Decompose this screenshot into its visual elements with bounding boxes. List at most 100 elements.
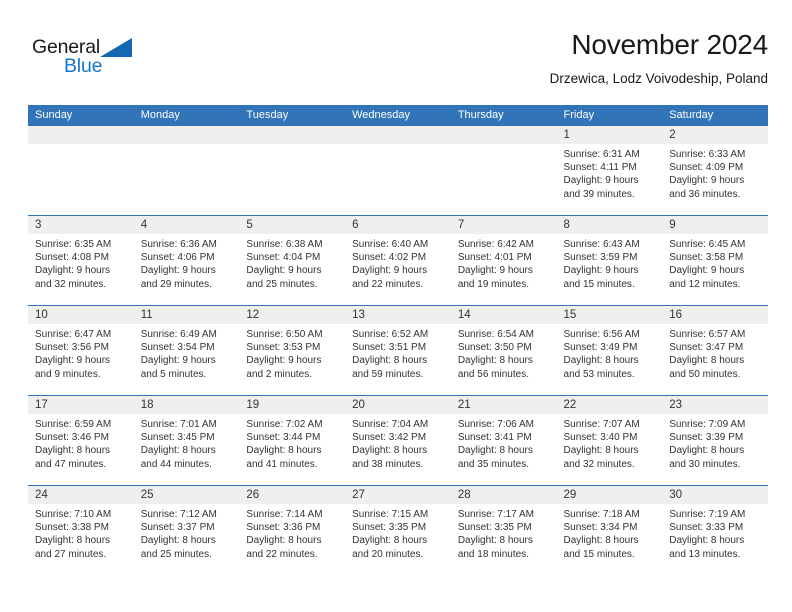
day-number: 3 — [28, 216, 134, 234]
calendar-day-cell-23[interactable]: 23 Sunrise: 7:09 AM Sunset: 3:39 PM Dayligh… — [662, 396, 768, 485]
calendar-day-cell-3[interactable]: 3 Sunrise: 6:35 AM Sunset: 4:08 PM Daylight… — [28, 216, 134, 305]
daylight-text-cont: and 35 minutes. — [457, 458, 529, 470]
daylight-text: Daylight: 8 hours — [457, 535, 533, 547]
calendar-day-cell-14[interactable]: 14 Sunrise: 6:54 AM Sunset: 3:50 PM Dayligh… — [450, 306, 557, 395]
day-number: 17 — [28, 396, 134, 414]
calendar-week-row: 1 Sunrise: 6:31 AM Sunset: 4:11 PM Daylight… — [28, 126, 768, 215]
title-block: November 2024 Drzewica, Lodz Voivodeship… — [549, 28, 769, 89]
daylight-text: Daylight: 8 hours — [457, 355, 533, 367]
sunrise-text: Sunrise: 7:18 AM — [563, 509, 640, 520]
calendar-day-cell-24[interactable]: 24 Sunrise: 7:10 AM Sunset: 3:38 PM Dayligh… — [28, 486, 134, 575]
sunset-text: Sunset: 3:47 PM — [669, 342, 744, 354]
calendar-day-cell-30[interactable]: 30 Sunrise: 7:19 AM Sunset: 3:33 PM Dayligh… — [662, 486, 768, 575]
sunrise-text: Sunrise: 6:43 AM — [563, 239, 640, 250]
day-number — [345, 126, 451, 144]
sunset-text: Sunset: 3:44 PM — [246, 432, 321, 444]
daylight-text: Daylight: 8 hours — [35, 445, 111, 457]
day-sun-info: Sunrise: 6:43 AM Sunset: 3:59 PM Daylight:… — [557, 234, 663, 291]
day-number: 16 — [662, 306, 768, 324]
calendar-day-cell-29[interactable]: 29 Sunrise: 7:18 AM Sunset: 3:34 PM Dayligh… — [556, 486, 663, 575]
calendar-day-cell-11[interactable]: 11 Sunrise: 6:49 AM Sunset: 3:54 PM Dayligh… — [133, 306, 240, 395]
sunset-text: Sunset: 4:09 PM — [669, 162, 744, 174]
calendar-day-cell-6[interactable]: 6 Sunrise: 6:40 AM Sunset: 4:02 PM Daylight… — [345, 216, 451, 305]
sunrise-text: Sunrise: 6:57 AM — [669, 329, 746, 340]
sunrise-text: Sunrise: 6:54 AM — [457, 329, 534, 340]
day-number — [239, 126, 346, 144]
calendar-day-cell-20[interactable]: 20 Sunrise: 7:04 AM Sunset: 3:42 PM Dayligh… — [345, 396, 451, 485]
calendar-day-cell-19[interactable]: 19 Sunrise: 7:02 AM Sunset: 3:44 PM Dayligh… — [239, 396, 346, 485]
day-sun-info: Sunrise: 6:42 AM Sunset: 4:01 PM Daylight:… — [451, 234, 557, 291]
calendar-week-cells: 17 Sunrise: 6:59 AM Sunset: 3:46 PM Dayligh… — [28, 396, 768, 485]
day-number: 11 — [133, 306, 240, 324]
calendar-day-cell-22[interactable]: 22 Sunrise: 7:07 AM Sunset: 3:40 PM Dayligh… — [556, 396, 663, 485]
general-blue-logo[interactable]: General Blue — [32, 36, 172, 88]
weekday-header-friday: Friday — [563, 109, 595, 121]
weekday-header-saturday: Saturday — [669, 109, 714, 121]
calendar-day-cell-27[interactable]: 27 Sunrise: 7:15 AM Sunset: 3:35 PM Dayligh… — [345, 486, 451, 575]
day-sun-info: Sunrise: 6:33 AM Sunset: 4:09 PM Daylight:… — [662, 144, 768, 201]
sunset-text: Sunset: 3:51 PM — [352, 342, 427, 354]
day-sun-info: Sunrise: 6:59 AM Sunset: 3:46 PM Daylight:… — [28, 414, 134, 471]
day-sun-info — [134, 144, 240, 148]
day-number: 19 — [239, 396, 346, 414]
calendar-week-row: 17 Sunrise: 6:59 AM Sunset: 3:46 PM Dayligh… — [28, 395, 768, 485]
daylight-text: Daylight: 8 hours — [563, 445, 639, 457]
calendar-day-cell-5[interactable]: 5 Sunrise: 6:38 AM Sunset: 4:04 PM Daylight… — [239, 216, 346, 305]
calendar-day-cell-13[interactable]: 13 Sunrise: 6:52 AM Sunset: 3:51 PM Dayligh… — [345, 306, 451, 395]
sunrise-text: Sunrise: 6:50 AM — [246, 329, 323, 340]
daylight-text: Daylight: 8 hours — [457, 445, 533, 457]
sunset-text: Sunset: 4:11 PM — [563, 162, 637, 174]
calendar-day-cell-empty — [133, 126, 240, 215]
calendar-weeks: 1 Sunrise: 6:31 AM Sunset: 4:11 PM Daylight… — [28, 126, 768, 575]
daylight-text-cont: and 50 minutes. — [669, 368, 741, 380]
sunrise-text: Sunrise: 6:40 AM — [352, 239, 429, 250]
sunrise-text: Sunrise: 6:49 AM — [140, 329, 217, 340]
day-number: 26 — [239, 486, 346, 504]
weekday-header-thursday: Thursday — [457, 109, 504, 121]
calendar-day-cell-18[interactable]: 18 Sunrise: 7:01 AM Sunset: 3:45 PM Dayligh… — [133, 396, 240, 485]
calendar-day-cell-8[interactable]: 8 Sunrise: 6:43 AM Sunset: 3:59 PM Daylight… — [556, 216, 663, 305]
calendar-day-cell-10[interactable]: 10 Sunrise: 6:47 AM Sunset: 3:56 PM Dayligh… — [28, 306, 134, 395]
day-sun-info: Sunrise: 7:10 AM Sunset: 3:38 PM Daylight:… — [28, 504, 134, 561]
sunset-text: Sunset: 3:34 PM — [563, 522, 638, 534]
sunrise-text: Sunrise: 6:33 AM — [669, 149, 746, 160]
calendar-day-cell-7[interactable]: 7 Sunrise: 6:42 AM Sunset: 4:01 PM Daylight… — [450, 216, 557, 305]
sunrise-text: Sunrise: 6:36 AM — [140, 239, 217, 250]
daylight-text-cont: and 25 minutes. — [246, 278, 318, 290]
day-sun-info: Sunrise: 6:31 AM Sunset: 4:11 PM Daylight:… — [557, 144, 663, 201]
calendar-day-cell-1[interactable]: 1 Sunrise: 6:31 AM Sunset: 4:11 PM Daylight… — [556, 126, 663, 215]
calendar-day-cell-9[interactable]: 9 Sunrise: 6:45 AM Sunset: 3:58 PM Daylight… — [662, 216, 768, 305]
calendar-day-cell-4[interactable]: 4 Sunrise: 6:36 AM Sunset: 4:06 PM Daylight… — [133, 216, 240, 305]
calendar-day-cell-16[interactable]: 16 Sunrise: 6:57 AM Sunset: 3:47 PM Dayligh… — [662, 306, 768, 395]
calendar-day-cell-26[interactable]: 26 Sunrise: 7:14 AM Sunset: 3:36 PM Dayligh… — [239, 486, 346, 575]
calendar-day-cell-21[interactable]: 21 Sunrise: 7:06 AM Sunset: 3:41 PM Dayligh… — [450, 396, 557, 485]
calendar-day-cell-2[interactable]: 2 Sunrise: 6:33 AM Sunset: 4:09 PM Daylight… — [662, 126, 768, 215]
logo-triangle-icon — [100, 38, 132, 57]
day-sun-info: Sunrise: 6:49 AM Sunset: 3:54 PM Daylight:… — [134, 324, 240, 381]
calendar-day-cell-17[interactable]: 17 Sunrise: 6:59 AM Sunset: 3:46 PM Dayligh… — [28, 396, 134, 485]
daylight-text-cont: and 38 minutes. — [352, 458, 424, 470]
day-sun-info: Sunrise: 7:06 AM Sunset: 3:41 PM Daylight:… — [451, 414, 557, 471]
sunset-text: Sunset: 3:50 PM — [457, 342, 532, 354]
daylight-text-cont: and 9 minutes. — [35, 368, 101, 380]
sunset-text: Sunset: 3:39 PM — [669, 432, 744, 444]
day-number: 15 — [556, 306, 663, 324]
calendar-day-cell-15[interactable]: 15 Sunrise: 6:56 AM Sunset: 3:49 PM Dayligh… — [556, 306, 663, 395]
day-sun-info: Sunrise: 6:47 AM Sunset: 3:56 PM Daylight:… — [28, 324, 134, 381]
sunrise-text: Sunrise: 6:56 AM — [563, 329, 640, 340]
calendar-day-cell-empty — [239, 126, 346, 215]
daylight-text: Daylight: 9 hours — [669, 175, 745, 187]
day-number: 27 — [345, 486, 451, 504]
daylight-text: Daylight: 9 hours — [35, 265, 111, 277]
daylight-text-cont: and 32 minutes. — [563, 458, 635, 470]
sunset-text: Sunset: 3:49 PM — [563, 342, 638, 354]
daylight-text-cont: and 47 minutes. — [35, 458, 107, 470]
calendar-day-cell-28[interactable]: 28 Sunrise: 7:17 AM Sunset: 3:35 PM Dayligh… — [450, 486, 557, 575]
sunrise-text: Sunrise: 7:09 AM — [669, 419, 746, 430]
sunrise-text: Sunrise: 7:02 AM — [246, 419, 323, 430]
day-sun-info — [451, 144, 557, 148]
sunset-text: Sunset: 3:46 PM — [35, 432, 109, 444]
calendar-day-cell-25[interactable]: 25 Sunrise: 7:12 AM Sunset: 3:37 PM Dayligh… — [133, 486, 240, 575]
calendar-day-cell-12[interactable]: 12 Sunrise: 6:50 AM Sunset: 3:53 PM Dayligh… — [239, 306, 346, 395]
location-subtitle: Drzewica, Lodz Voivodeship, Poland — [549, 71, 768, 86]
